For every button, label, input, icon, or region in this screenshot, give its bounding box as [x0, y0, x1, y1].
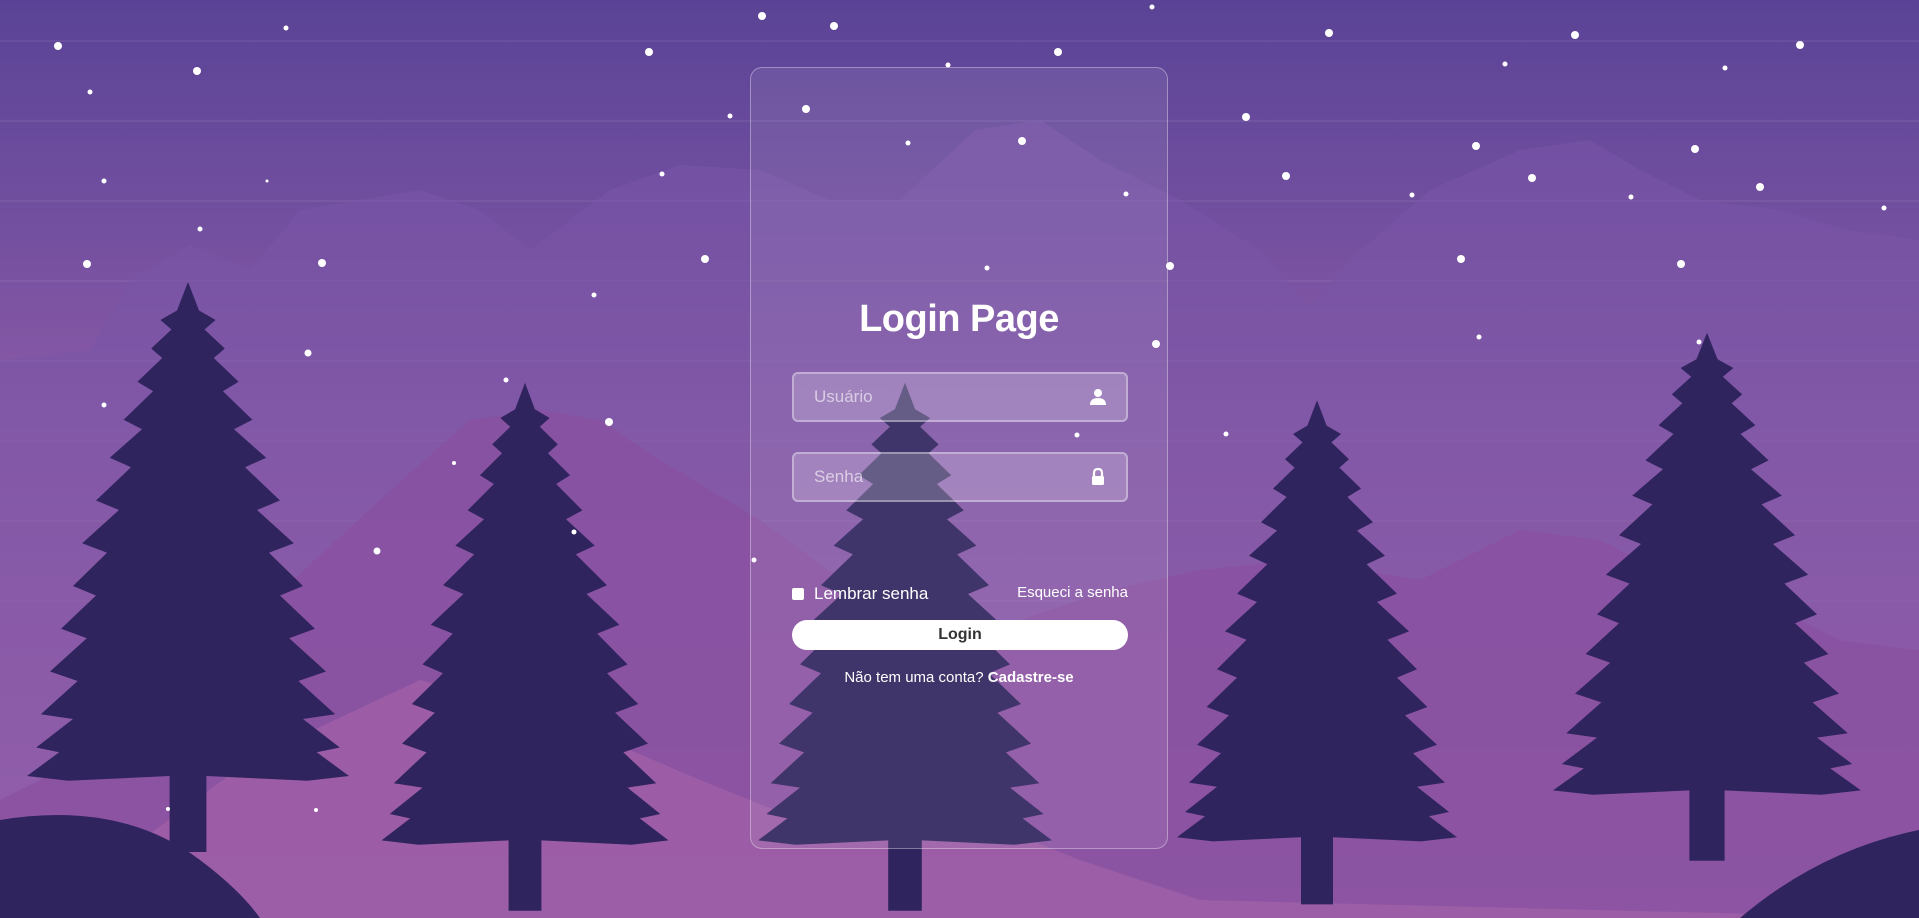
username-field[interactable] [792, 372, 1128, 422]
remember-checkbox[interactable]: Lembrar senha [792, 584, 928, 604]
page-title: Login Page [859, 298, 1059, 340]
register-text: Não tem uma conta? [844, 669, 984, 686]
checkbox-box[interactable] [792, 588, 804, 600]
username-input[interactable] [794, 374, 1084, 420]
password-field[interactable] [792, 452, 1128, 502]
options-row: Lembrar senha Esqueci a senha [792, 584, 1128, 606]
password-input[interactable] [794, 454, 1084, 500]
remember-label: Lembrar senha [814, 584, 929, 603]
lock-icon [1092, 467, 1104, 485]
user-icon [1090, 389, 1106, 405]
forgot-password-link[interactable]: Esqueci a senha [1017, 584, 1128, 601]
login-card: Login Page Lembrar senha Esqueci a senha… [750, 67, 1168, 849]
login-button[interactable]: Login [792, 620, 1128, 650]
register-prompt: Não tem uma conta? Cadastre-se [751, 669, 1167, 686]
register-link[interactable]: Cadastre-se [988, 669, 1074, 686]
